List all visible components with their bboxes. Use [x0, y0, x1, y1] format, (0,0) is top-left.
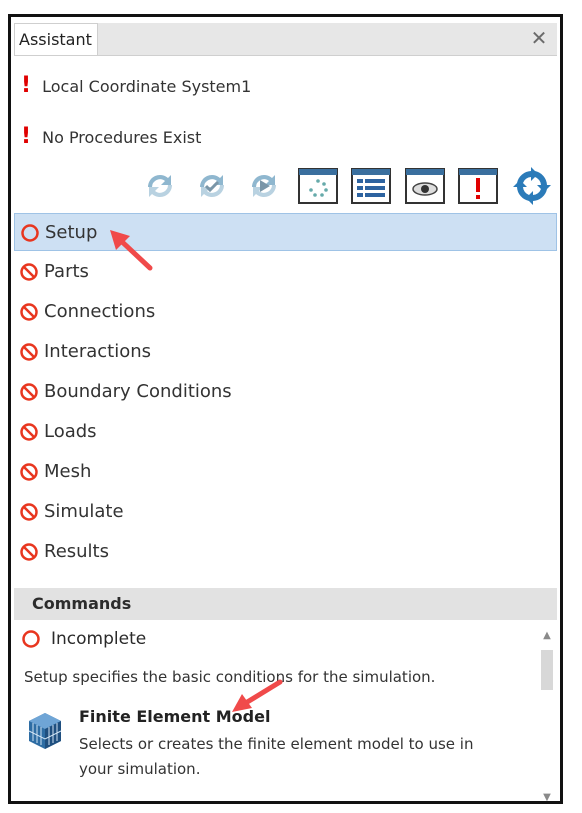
- step-interactions[interactable]: Interactions: [14, 333, 557, 371]
- alert-text: No Procedures Exist: [42, 128, 202, 147]
- tab-bar: Assistant ✕: [14, 23, 557, 56]
- annotation-arrow-setup: [110, 230, 153, 271]
- step-parts[interactable]: Parts: [14, 253, 557, 291]
- finite-element-model-icon: [28, 713, 62, 749]
- step-results[interactable]: Results: [14, 533, 557, 571]
- step-connections[interactable]: Connections: [14, 293, 557, 331]
- step-label: Interactions: [44, 341, 152, 362]
- blocked-icon: [20, 463, 38, 481]
- step-label: Loads: [44, 421, 97, 442]
- commands-scrollbar[interactable]: ▲ ▼: [539, 624, 555, 808]
- sync-arrows-icon[interactable]: [511, 165, 553, 207]
- scroll-down-icon[interactable]: ▼: [539, 790, 555, 806]
- blocked-icon: [20, 423, 38, 441]
- alert-coordinate-system[interactable]: ! Local Coordinate System1: [21, 73, 251, 98]
- exclamation-icon: !: [21, 124, 32, 149]
- list-view-icon[interactable]: [350, 165, 392, 207]
- exclamation-icon: !: [21, 73, 32, 98]
- refresh-icon[interactable]: [139, 165, 181, 207]
- loading-window-icon[interactable]: [297, 165, 339, 207]
- blocked-icon: [20, 543, 38, 561]
- blocked-icon: [20, 383, 38, 401]
- scroll-thumb[interactable]: [541, 650, 553, 690]
- process-steps-list: Setup Parts Connections Interactions Bou…: [14, 213, 557, 573]
- step-mesh[interactable]: Mesh: [14, 453, 557, 491]
- step-label: Results: [44, 541, 109, 562]
- step-label: Connections: [44, 301, 156, 322]
- step-label: Parts: [44, 261, 89, 282]
- step-loads[interactable]: Loads: [14, 413, 557, 451]
- close-icon[interactable]: ✕: [527, 25, 551, 51]
- step-label: Setup: [45, 222, 98, 243]
- blocked-icon: [20, 343, 38, 361]
- alert-procedures[interactable]: ! No Procedures Exist: [21, 124, 201, 149]
- scroll-up-icon[interactable]: ▲: [539, 628, 555, 644]
- alert-window-icon[interactable]: [457, 165, 499, 207]
- annotation-arrow-fem: [232, 679, 283, 712]
- step-boundary-conditions[interactable]: Boundary Conditions: [14, 373, 557, 411]
- commands-status: Incomplete: [21, 626, 146, 652]
- blocked-icon: [20, 263, 38, 281]
- alert-text: Local Coordinate System1: [42, 77, 252, 96]
- command-subtitle: Selects or creates the finite element mo…: [79, 735, 474, 778]
- commands-header: Commands: [14, 588, 557, 620]
- refresh-check-icon[interactable]: [191, 165, 233, 207]
- blocked-icon: [20, 303, 38, 321]
- step-label: Mesh: [44, 461, 92, 482]
- step-simulate[interactable]: Simulate: [14, 493, 557, 531]
- tab-assistant[interactable]: Assistant: [14, 23, 98, 55]
- blocked-icon: [20, 503, 38, 521]
- step-label: Simulate: [44, 501, 124, 522]
- step-label: Boundary Conditions: [44, 381, 232, 402]
- incomplete-circle-icon: [21, 224, 39, 242]
- refresh-play-icon[interactable]: [243, 165, 285, 207]
- preview-eye-icon[interactable]: [404, 165, 446, 207]
- status-label: Incomplete: [51, 629, 147, 649]
- step-setup[interactable]: Setup: [14, 213, 557, 251]
- incomplete-circle-icon: [22, 630, 40, 648]
